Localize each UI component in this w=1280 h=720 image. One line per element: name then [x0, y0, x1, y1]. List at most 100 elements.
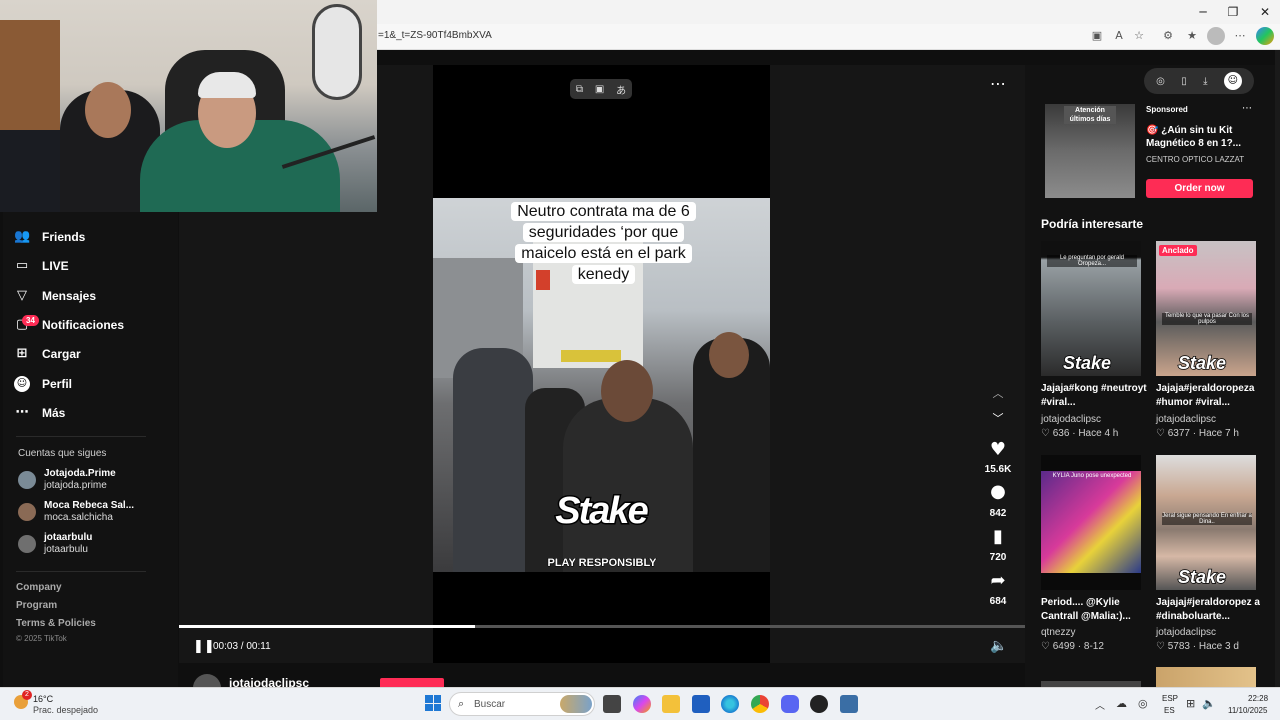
profile-avatar-icon[interactable]: ☺ [1223, 72, 1242, 90]
video-caption: Neutro contrata ma de 6 seguridades ‘por… [500, 201, 707, 285]
thumbnail-image [1041, 471, 1141, 573]
volume-tray-icon[interactable]: 🔈 [1202, 697, 1216, 710]
copilot-icon[interactable] [1256, 27, 1274, 45]
sidebar-item-more[interactable]: ⋯ Más [14, 399, 164, 427]
pause-button[interactable]: ❚❚ [193, 639, 215, 654]
language-indicator[interactable]: ESP [1162, 694, 1178, 703]
video-thumbnail[interactable]: Anclado Temble lo que va pasar Con los p… [1156, 241, 1256, 376]
search-icon: ⌕ [458, 697, 465, 710]
author-avatar[interactable] [193, 674, 221, 688]
share-icon[interactable]: ➦ [986, 570, 1010, 591]
following-account[interactable]: jotaarbulu jotaarbulu [18, 532, 168, 560]
video-title[interactable]: Jajaja#kong #neutroyt #viral... [1041, 382, 1147, 410]
sidebar-item-friends[interactable]: 👥 Friends [14, 223, 164, 251]
extension-icon[interactable]: ⚙ [1159, 27, 1177, 45]
discord-icon[interactable] [781, 695, 799, 713]
sidebar-item-live[interactable]: ▭ LIVE [14, 252, 164, 280]
video-author[interactable]: qtnezzy [1041, 627, 1147, 638]
account-name: jotaarbulu [44, 532, 93, 543]
footer-link-terms[interactable]: Terms & Policies [16, 618, 96, 629]
favorites-icon[interactable]: ★ [1183, 27, 1201, 45]
ad-more-icon[interactable]: ⋯ [1242, 103, 1252, 114]
sidebar-item-profile[interactable]: ☺ Perfil [14, 370, 164, 398]
video-meta: ♡ 5783 · Hace 3 d [1156, 641, 1239, 652]
calculator-icon[interactable] [840, 695, 858, 713]
sidebar-item-label: Más [42, 406, 66, 420]
clock-time[interactable]: 22:28 [1248, 694, 1268, 703]
profile-icon[interactable] [1207, 27, 1225, 45]
tray-app-icon[interactable]: ◎ [1138, 697, 1148, 710]
edge-browser-icon[interactable] [721, 695, 739, 713]
order-now-button[interactable]: Order now [1146, 179, 1253, 198]
obs-icon[interactable] [810, 695, 828, 713]
following-account[interactable]: Jotajoda.Prime jotajoda.prime [18, 468, 168, 496]
tray-expand-icon[interactable]: ︿ [1095, 697, 1105, 712]
like-count: 15.6K [984, 464, 1012, 475]
clock-date[interactable]: 11/10/2025 [1228, 706, 1267, 715]
video-author[interactable]: jotajodaclipsc [1156, 627, 1262, 638]
sidebar-item-messages[interactable]: ▽ Mensajes [14, 282, 164, 310]
onedrive-icon[interactable]: ☁ [1116, 697, 1127, 710]
save-count: 720 [989, 552, 1007, 563]
task-view-icon[interactable] [603, 695, 621, 713]
scrollbar[interactable] [1275, 50, 1280, 687]
video-thumbnail[interactable] [1156, 667, 1256, 687]
ad-title[interactable]: 🎯 ¿Aún sin tu Kit Magnético 8 en 1?... [1146, 124, 1256, 150]
copyright: © 2025 TikTok [16, 634, 67, 643]
sidebar-item-upload[interactable]: ⊞ Cargar [14, 340, 164, 368]
favorite-star-icon[interactable]: ☆ [1130, 27, 1148, 45]
follow-button[interactable] [380, 678, 444, 687]
progress-fill [179, 625, 476, 628]
app-icon[interactable]: ▣ [1088, 27, 1106, 45]
close-button[interactable]: ✕ [1250, 2, 1280, 22]
download-icon[interactable]: ⤓ [1203, 76, 1207, 87]
translate-icon[interactable]: あ [616, 82, 626, 97]
comment-icon[interactable]: ● [986, 481, 1010, 502]
heart-icon[interactable]: ♥ [986, 439, 1010, 460]
video-thumbnail[interactable]: KYLIA Juno pose unexpected [1041, 455, 1141, 590]
volume-icon[interactable]: 🔈 [990, 638, 1007, 654]
video-author[interactable]: jotajodaclipsc [1041, 414, 1147, 425]
weather-temperature[interactable]: 16°C [33, 694, 53, 704]
video-author[interactable]: jotajodaclipsc [1156, 414, 1262, 425]
account-handle: jotajoda.prime [44, 480, 107, 491]
timecode: 00:03 / 00:11 [213, 641, 271, 652]
video-thumbnail[interactable]: Jeral sigue pensando En enfriar a Dina..… [1156, 455, 1256, 590]
previous-video-icon[interactable]: ︿ [990, 385, 1006, 401]
footer-link-company[interactable]: Company [16, 582, 62, 593]
read-aloud-icon[interactable]: A [1110, 27, 1128, 45]
copilot-taskbar-icon[interactable] [633, 695, 651, 713]
comment-count: 842 [989, 508, 1007, 519]
next-video-icon[interactable]: ﹀ [990, 410, 1006, 426]
minimize-button[interactable]: ─ [1188, 2, 1218, 22]
file-explorer-icon[interactable] [662, 695, 680, 713]
maximize-button[interactable]: ❐ [1218, 2, 1248, 22]
compass-icon[interactable]: ◎ [1156, 76, 1165, 87]
more-options-icon[interactable]: ⋯ [990, 74, 1006, 93]
avatar [18, 535, 36, 553]
video-thumbnail[interactable]: Le preguntan por gerald Oropeza... Stake [1041, 241, 1141, 376]
network-icon[interactable]: ⊞ [1186, 697, 1195, 710]
video-title[interactable]: Jajajaj#jeraldoropez a #dinaboluarte... [1156, 596, 1262, 624]
footer-link-program[interactable]: Program [16, 600, 57, 611]
keyboard-layout[interactable]: ES [1164, 706, 1175, 715]
phone-icon[interactable]: ▯ [1181, 76, 1187, 87]
bookmark-icon[interactable]: ▮ [986, 526, 1010, 547]
url-text[interactable]: =1&_t=ZS-90Tf4BmbXVA [378, 30, 492, 41]
store-icon[interactable] [692, 695, 710, 713]
divider [16, 571, 146, 572]
weather-description[interactable]: Prac. despejado [33, 705, 98, 715]
weather-badge: 2 [22, 690, 32, 700]
sponsor-logo-overlay: Stake [554, 489, 650, 534]
video-title[interactable]: Jajaja#jeraldoropeza #humor #viral... [1156, 382, 1262, 410]
following-account[interactable]: Moca Rebeca Sal... moca.salchicha [18, 500, 168, 528]
top-actions-pill: ◎ ▯ ⤓ ☺ [1144, 68, 1254, 94]
account-name: Jotajoda.Prime [44, 468, 116, 479]
start-button[interactable] [425, 695, 441, 711]
pip-icon[interactable]: ⧉ [576, 84, 583, 95]
more-icon[interactable]: ⋯ [1231, 27, 1249, 45]
video-title[interactable]: Period.... @Kylie Cantrall @Malia:)... [1041, 596, 1147, 624]
chrome-browser-icon[interactable] [751, 695, 769, 713]
screenshot-icon[interactable]: ▣ [595, 84, 604, 95]
sidebar-item-label: Mensajes [42, 289, 97, 303]
